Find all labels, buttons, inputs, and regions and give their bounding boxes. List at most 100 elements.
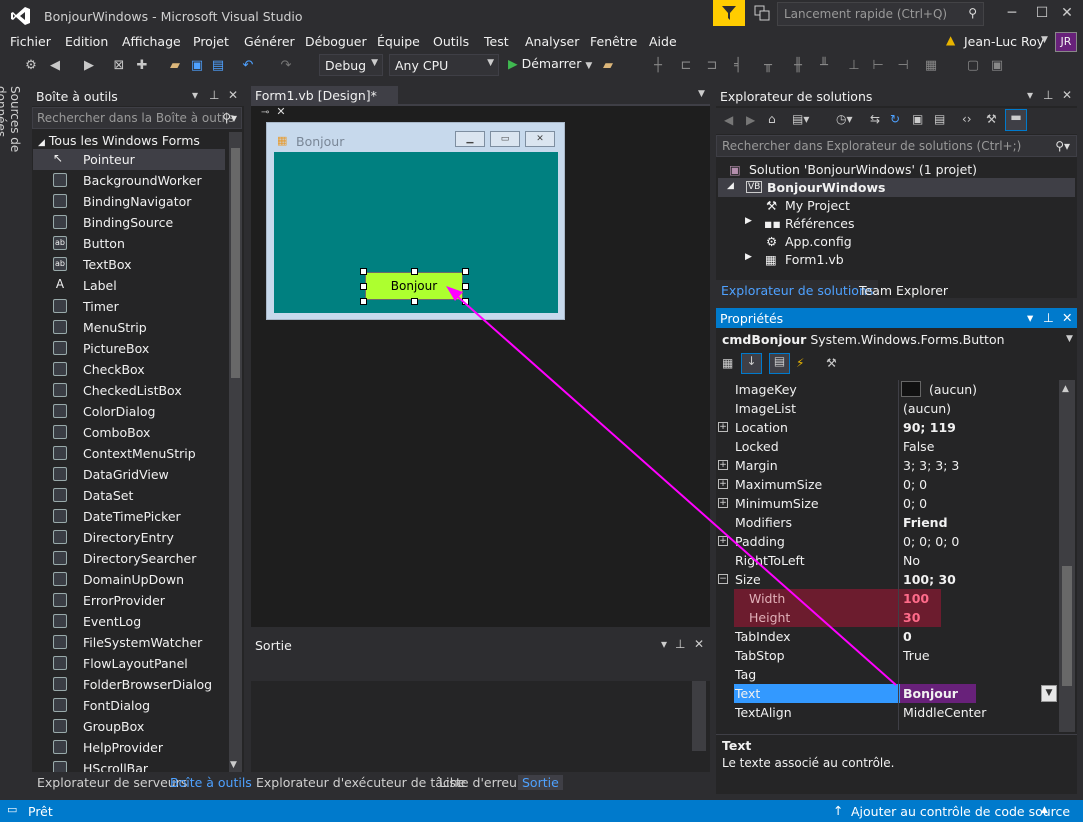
forward-icon[interactable]: ▶ bbox=[746, 113, 755, 127]
dropdown-icon[interactable]: ▾ bbox=[1027, 310, 1033, 325]
align-bottom-icon[interactable]: ╨ bbox=[816, 58, 832, 74]
property-row[interactable]: Locked False bbox=[716, 437, 1059, 456]
property-row[interactable]: Width 100 bbox=[716, 589, 1059, 608]
align-icon[interactable]: ┼ bbox=[650, 58, 666, 74]
appconfig-node[interactable]: App.config bbox=[785, 234, 852, 249]
browser-link-icon[interactable]: ▰ bbox=[600, 58, 616, 74]
property-value[interactable]: 30 bbox=[903, 610, 920, 625]
toolbox-item[interactable]: CheckBox bbox=[33, 359, 225, 380]
resize-handle[interactable] bbox=[462, 268, 469, 275]
toolbox-item[interactable]: ContextMenuStrip bbox=[33, 443, 225, 464]
close-icon[interactable]: ✕ bbox=[276, 105, 285, 118]
close-icon[interactable]: ✕ bbox=[1062, 88, 1072, 102]
property-value[interactable]: 0 bbox=[903, 629, 912, 644]
menu-equipe[interactable]: Équipe bbox=[377, 34, 420, 49]
property-value[interactable]: False bbox=[903, 439, 934, 454]
toolbox-item[interactable]: GroupBox bbox=[33, 716, 225, 737]
tab-error-list[interactable]: Liste d'erreurs bbox=[439, 775, 529, 790]
property-value[interactable]: MiddleCenter bbox=[903, 705, 986, 720]
property-row[interactable]: TabStop True bbox=[716, 646, 1059, 665]
property-row[interactable]: + MaximumSize 0; 0 bbox=[716, 475, 1059, 494]
text-dropdown-button[interactable]: ▼ bbox=[1041, 685, 1057, 702]
property-value[interactable]: 0; 0; 0; 0 bbox=[903, 534, 959, 549]
expand-icon[interactable]: + bbox=[718, 479, 728, 489]
collapse-all-icon[interactable]: ▣ bbox=[912, 112, 923, 126]
align-right-icon[interactable]: ╡ bbox=[730, 58, 746, 74]
dropdown-icon[interactable]: ▾ bbox=[661, 637, 667, 651]
tab-solution-explorer[interactable]: Explorateur de solutions bbox=[716, 280, 879, 300]
property-row[interactable]: + Padding 0; 0; 0; 0 bbox=[716, 532, 1059, 551]
close-button[interactable]: ✕ bbox=[1052, 0, 1082, 26]
add-source-control-button[interactable]: Ajouter au contrôle de code source bbox=[851, 804, 1070, 819]
dropdown-icon[interactable]: ▾ bbox=[1027, 88, 1033, 102]
property-value[interactable]: 90; 119 bbox=[903, 420, 956, 435]
my-project-node[interactable]: My Project bbox=[785, 198, 850, 213]
align-center-icon[interactable]: ⊐ bbox=[704, 58, 720, 74]
pin-icon[interactable]: ⊥ bbox=[1043, 310, 1054, 325]
notification-icon[interactable] bbox=[753, 4, 771, 22]
menu-outils[interactable]: Outils bbox=[433, 34, 469, 49]
solution-search-input[interactable]: Rechercher dans Explorateur de solutions… bbox=[716, 135, 1077, 157]
properties-object-selector[interactable]: cmdBonjour System.Windows.Forms.Button ▼ bbox=[722, 332, 1073, 347]
resize-handle[interactable] bbox=[462, 283, 469, 290]
toolbox-group-header[interactable]: ◢ Tous les Windows Forms bbox=[38, 133, 200, 148]
sync-icon[interactable]: ⇆ bbox=[870, 112, 880, 126]
scroll-down-icon[interactable]: ▼ bbox=[230, 760, 237, 770]
preview-icon[interactable]: ▬ bbox=[1005, 109, 1027, 131]
feedback-filter-icon[interactable] bbox=[713, 0, 745, 26]
pin-icon[interactable]: ⊸ bbox=[261, 107, 269, 118]
switch-views-icon[interactable]: ▤▾ bbox=[792, 112, 809, 126]
tab-server-explorer[interactable]: Explorateur de serveurs bbox=[37, 775, 187, 790]
pending-changes-icon[interactable]: ◷▾ bbox=[836, 112, 853, 126]
toolbox-item[interactable]: DomainUpDown bbox=[33, 569, 225, 590]
toolbox-item[interactable]: EventLog bbox=[33, 611, 225, 632]
property-value[interactable]: 3; 3; 3; 3 bbox=[903, 458, 959, 473]
open-folder-icon[interactable]: ▰ bbox=[167, 58, 183, 74]
expanded-triangle-icon[interactable]: ◢ bbox=[727, 181, 734, 191]
make-same-height-icon[interactable]: ⊣ bbox=[895, 58, 911, 74]
toolbox-item[interactable]: FlowLayoutPanel bbox=[33, 653, 225, 674]
property-row[interactable]: TabIndex 0 bbox=[716, 627, 1059, 646]
property-row[interactable]: Tag bbox=[716, 665, 1059, 684]
align-middle-icon[interactable]: ╫ bbox=[790, 58, 806, 74]
back-icon[interactable]: ◀ bbox=[47, 58, 63, 74]
project-node[interactable]: BonjourWindows bbox=[767, 180, 885, 195]
toolbox-item[interactable]: ↖ Pointeur bbox=[33, 149, 225, 170]
property-row[interactable]: Text Bonjour bbox=[716, 684, 1059, 703]
pin-icon[interactable]: ⊥ bbox=[209, 88, 219, 102]
menu-generer[interactable]: Générer bbox=[244, 34, 295, 49]
toolbox-item[interactable]: DataSet bbox=[33, 485, 225, 506]
toolbox-item[interactable]: MenuStrip bbox=[33, 317, 225, 338]
toolbox-item[interactable]: ColorDialog bbox=[33, 401, 225, 422]
close-icon[interactable]: ✕ bbox=[1062, 310, 1072, 325]
toolbox-item[interactable]: DataGridView bbox=[33, 464, 225, 485]
menu-analyser[interactable]: Analyser bbox=[525, 34, 579, 49]
expand-icon[interactable]: + bbox=[718, 536, 728, 546]
view-code-icon[interactable]: ‹› bbox=[962, 112, 972, 126]
toolbox-item[interactable]: ComboBox bbox=[33, 422, 225, 443]
collapsed-triangle-icon[interactable]: ▶ bbox=[745, 252, 752, 262]
resize-handle[interactable] bbox=[360, 283, 367, 290]
property-value[interactable]: Bonjour bbox=[903, 686, 958, 701]
output-scrollbar[interactable] bbox=[692, 681, 706, 751]
save-icon[interactable]: ▣ bbox=[189, 58, 205, 74]
resize-handle[interactable] bbox=[411, 298, 418, 305]
make-same-size-icon[interactable]: ⊥ bbox=[846, 58, 862, 74]
property-value[interactable]: No bbox=[903, 553, 920, 568]
close-icon[interactable]: ✕ bbox=[694, 637, 704, 651]
resize-handle[interactable] bbox=[360, 268, 367, 275]
property-grid[interactable]: ImageKey (aucun) ImageList (aucun) + Location… bbox=[716, 380, 1059, 736]
bonjour-button[interactable]: Bonjour bbox=[365, 272, 463, 300]
toolbox-item[interactable]: BindingNavigator bbox=[33, 191, 225, 212]
events-icon[interactable]: ⚡ bbox=[796, 356, 804, 370]
property-value[interactable]: Friend bbox=[903, 515, 948, 530]
redo-icon[interactable]: ↷ bbox=[278, 58, 294, 74]
toolbox-item[interactable]: FolderBrowserDialog bbox=[33, 674, 225, 695]
toolbox-item[interactable]: CheckedListBox bbox=[33, 380, 225, 401]
pin-icon[interactable]: ⊥ bbox=[1043, 88, 1053, 102]
properties-icon[interactable]: ▤ bbox=[769, 353, 790, 374]
data-sources-tab[interactable]: Sources de données bbox=[0, 86, 22, 196]
property-row[interactable]: Height 30 bbox=[716, 608, 1059, 627]
collapse-icon[interactable]: − bbox=[718, 574, 728, 584]
expand-icon[interactable]: + bbox=[718, 460, 728, 470]
